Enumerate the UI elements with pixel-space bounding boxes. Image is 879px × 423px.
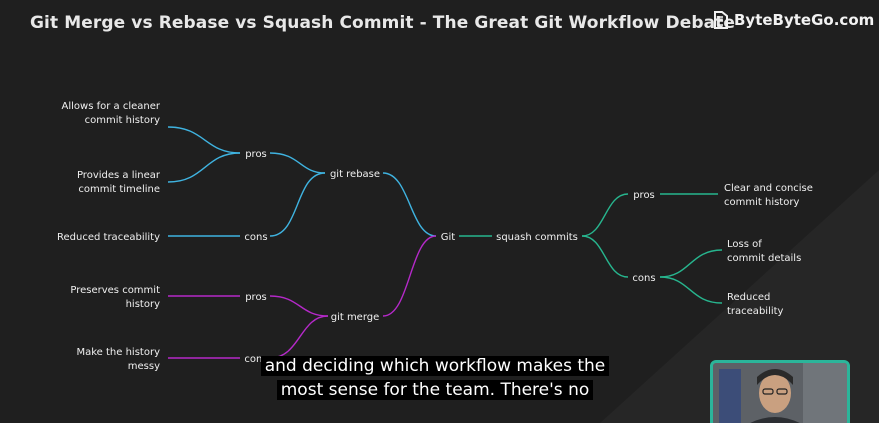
- squash-con1-line1: Loss of: [727, 239, 762, 250]
- rebase-pros-node: pros: [245, 149, 267, 160]
- rebase-node: git rebase: [330, 169, 380, 180]
- rebase-cons-edge: [269, 172, 326, 237]
- squash-pro1-line1: Clear and concise: [724, 183, 813, 194]
- squash-con2-line1: Reduced: [727, 292, 770, 303]
- merge-connectors: [168, 235, 437, 359]
- rebase-connectors: [167, 126, 437, 237]
- root-node: Git: [441, 232, 456, 243]
- rebase-pro1-line1: Allows for a cleaner: [62, 101, 161, 112]
- merge-node: git merge: [331, 312, 380, 323]
- rebase-pro2-edge: [167, 152, 241, 183]
- merge-pro1-line1: Preserves commit: [70, 285, 160, 296]
- rebase-pro2-line1: Provides a linear: [77, 170, 161, 181]
- merge-cons-edge: [269, 315, 329, 359]
- squash-pro1-line2: commit history: [724, 197, 799, 208]
- squash-pros-edge: [581, 193, 629, 237]
- merge-con1-line2: messy: [128, 361, 160, 372]
- rebase-pro2-line2: commit timeline: [78, 184, 160, 195]
- squash-con2-edge: [659, 276, 723, 304]
- squash-con1-line2: commit details: [727, 253, 801, 264]
- merge-pros-node: pros: [245, 292, 267, 303]
- rebase-pros-edge: [269, 152, 326, 174]
- merge-root-edge: [382, 235, 437, 317]
- squash-connectors: [459, 193, 723, 304]
- presenter-avatar: [713, 363, 847, 423]
- rebase-pro1-line2: commit history: [85, 115, 160, 126]
- rebase-pro1-edge: [167, 126, 241, 154]
- rebase-root-edge: [382, 172, 437, 237]
- merge-pros-edge: [269, 295, 329, 317]
- rebase-con1-line1: Reduced traceability: [57, 232, 160, 243]
- subtitle-line-2: most sense for the team. There's no: [276, 380, 594, 400]
- subtitle-line-1: and deciding which workflow makes the: [260, 356, 610, 376]
- squash-node: squash commits: [496, 232, 578, 243]
- squash-pros-node: pros: [633, 190, 655, 201]
- squash-con2-line2: traceability: [727, 306, 784, 317]
- rebase-cons-node: cons: [244, 232, 267, 243]
- merge-con1-line1: Make the history: [76, 347, 160, 358]
- video-subtitle: and deciding which workflow makes the mo…: [235, 354, 635, 402]
- squash-cons-edge: [581, 235, 629, 278]
- presenter-webcam: [710, 360, 850, 423]
- merge-pro1-line2: history: [126, 299, 160, 310]
- squash-cons-node: cons: [632, 273, 655, 284]
- squash-con1-edge: [659, 249, 723, 278]
- video-frame: Git Merge vs Rebase vs Squash Commit - T…: [0, 0, 879, 423]
